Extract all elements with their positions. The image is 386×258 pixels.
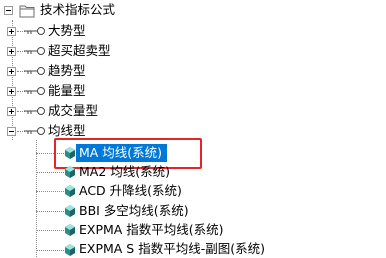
- formula-label: BBI 多空均线(系统): [79, 203, 189, 218]
- formula-icon: [65, 224, 75, 236]
- tree-connector: [36, 172, 64, 173]
- formula-icon: [65, 244, 75, 256]
- folder-icon: [19, 5, 35, 18]
- tree-root-label: 技术指标公式: [40, 2, 116, 17]
- tree-connector: [36, 211, 64, 212]
- category-label: 大势型: [48, 23, 86, 38]
- category-key-icon: [24, 67, 45, 75]
- category-key-icon: [24, 107, 45, 115]
- expand-toggle[interactable]: [7, 27, 16, 36]
- formula-label: EXPMA S 指数平均线-副图(系统): [79, 241, 265, 256]
- category-label: 能量型: [48, 83, 86, 98]
- tree-connector: [12, 20, 13, 140]
- formula-label: MA2 均线(系统): [79, 164, 171, 179]
- category-key-icon: [24, 47, 45, 55]
- tree-connector: [36, 191, 64, 192]
- formula-label: EXPMA 指数平均线(系统): [79, 222, 224, 237]
- formula-icon: [65, 166, 75, 178]
- category-label: 趋势型: [48, 63, 86, 78]
- collapse-toggle[interactable]: [7, 127, 16, 136]
- category-key-icon: [24, 27, 45, 35]
- formula-label: ACD 升降线(系统): [79, 183, 182, 198]
- formula-icon: [65, 205, 75, 217]
- expand-toggle[interactable]: [7, 47, 16, 56]
- category-key-icon: [24, 127, 45, 135]
- expand-toggle[interactable]: [7, 107, 16, 116]
- collapse-toggle[interactable]: [4, 6, 13, 15]
- tree-connector: [36, 250, 64, 251]
- tree-connector: [36, 230, 64, 231]
- category-label: 成交量型: [48, 103, 99, 118]
- tree-connector: [36, 140, 37, 257]
- formula-icon: [65, 185, 75, 197]
- category-label: 超买超卖型: [48, 43, 111, 58]
- category-key-icon: [24, 87, 45, 95]
- expand-toggle[interactable]: [7, 87, 16, 96]
- expand-toggle[interactable]: [7, 67, 16, 76]
